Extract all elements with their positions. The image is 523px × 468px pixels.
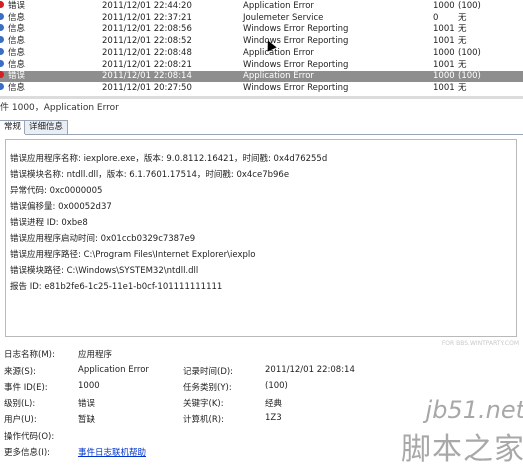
event-source: Joulemeter Service: [243, 12, 324, 23]
event-level: 信息: [8, 24, 26, 35]
tab-details[interactable]: 详细信息: [24, 120, 69, 134]
event-source: Windows Error Reporting: [243, 24, 349, 35]
event-id: 1001: [433, 24, 455, 35]
event-date: 2011/12/01 22:08:14: [102, 71, 192, 82]
event-date: 2011/12/01 22:08:52: [102, 36, 192, 47]
event-level: 信息: [8, 82, 26, 93]
event-source: Application Error: [243, 1, 314, 11]
event-date: 2011/12/01 22:08:48: [102, 47, 192, 58]
event-level: 信息: [8, 12, 26, 23]
event-row[interactable]: 错误 2011/12/01 22:44:20 Application Error 10…: [0, 1, 523, 12]
event-row[interactable]: 信息 2011/12/01 22:08:48 Application Error 10…: [0, 47, 523, 59]
event-list: 错误 2011/12/01 22:44:20 Application Error 10…: [0, 0, 523, 96]
info-icon: [0, 82, 4, 90]
error-icon: [0, 1, 4, 8]
info-icon: [0, 59, 4, 67]
event-task: 无: [458, 24, 467, 35]
event-source: Application Error: [243, 71, 314, 82]
detail-line: 错误应用程序路径: C:\Program Files\Internet Expl…: [10, 250, 256, 260]
event-id: 1000: [433, 1, 455, 11]
event-row[interactable]: 信息 2011/12/01 22:08:52 Windows Error Repor…: [0, 36, 523, 47]
event-id-value: 1000: [78, 381, 100, 391]
event-row[interactable]: 信息 2011/12/01 22:08:21 Windows Error Repor…: [0, 59, 523, 71]
event-task: 无: [458, 36, 467, 47]
tab-strip: 常规 详细信息: [0, 120, 523, 135]
opcode-label: 操作代码(O):: [4, 432, 55, 442]
event-id: 1000: [433, 71, 455, 82]
info-icon: [0, 36, 4, 44]
keywords-label: 关键字(K):: [183, 399, 224, 409]
detail-line: 错误偏移量: 0x00052d37: [10, 202, 112, 212]
log-name-label: 日志名称(M):: [4, 350, 55, 360]
event-source: Windows Error Reporting: [243, 82, 349, 93]
event-task: 无: [458, 59, 467, 70]
more-info-label: 更多信息(I):: [4, 448, 51, 458]
tab-general[interactable]: 常规: [0, 120, 27, 135]
event-id: 0: [433, 12, 439, 23]
event-level: 信息: [8, 47, 26, 58]
computer-label: 计算机(R):: [183, 415, 224, 425]
detail-line: 报告 ID: e81b2fe6-1c25-11e1-b0cf-101111111…: [10, 282, 223, 292]
event-date: 2011/12/01 22:44:20: [102, 1, 192, 11]
detail-line: 错误应用程序启动时间: 0x01ccb0329c7387e9: [10, 234, 196, 244]
pane-splitter[interactable]: [0, 96, 523, 99]
event-level: 错误: [8, 1, 26, 11]
event-date: 2011/12/01 20:27:50: [102, 82, 192, 93]
event-level: 错误: [8, 71, 26, 82]
event-title: 件 1000，Application Error: [0, 103, 119, 113]
source-value: Application Error: [78, 365, 149, 375]
info-icon: [0, 47, 4, 55]
event-task: (100): [458, 47, 481, 58]
event-row[interactable]: 信息 2011/12/01 20:27:50 Windows Error Repor…: [0, 82, 523, 94]
event-source: Windows Error Reporting: [243, 59, 349, 70]
event-description-box[interactable]: 错误应用程序名称: iexplore.exe，版本: 9.0.8112.1642…: [5, 139, 517, 337]
event-date: 2011/12/01 22:08:56: [102, 24, 192, 35]
event-task: (100): [458, 71, 481, 82]
event-id: 1001: [433, 59, 455, 70]
user-value: 暂缺: [78, 415, 96, 425]
detail-line: 错误进程 ID: 0xbe8: [10, 218, 88, 228]
event-row[interactable]: 信息 2011/12/01 22:37:21 Joulemeter Service 0…: [0, 12, 523, 24]
source-label: 来源(S):: [4, 367, 36, 377]
event-task: (100): [458, 1, 481, 11]
event-date: 2011/12/01 22:37:21: [102, 12, 192, 23]
event-date: 2011/12/01 22:08:21: [102, 59, 192, 70]
event-level: 信息: [8, 59, 26, 70]
event-id-label: 事件 ID(E):: [4, 383, 48, 393]
event-task: 无: [458, 82, 467, 93]
event-log-help-link[interactable]: 事件日志联机帮助: [78, 446, 146, 458]
event-level: 信息: [8, 36, 26, 47]
error-icon: [0, 71, 4, 79]
level-label: 级别(L):: [4, 399, 36, 409]
detail-line: 错误应用程序名称: iexplore.exe，版本: 9.0.8112.1642…: [10, 154, 328, 164]
detail-line: 异常代码: 0xc0000005: [10, 186, 103, 196]
event-source: Windows Error Reporting: [243, 36, 349, 47]
log-name-value: 应用程序: [78, 350, 113, 360]
logged-label: 记录时间(D):: [183, 367, 234, 377]
task-category-label: 任务类别(Y):: [183, 383, 232, 393]
event-source: Application Error: [243, 47, 314, 58]
logged-value: 2011/12/01 22:08:14: [265, 365, 355, 375]
event-id: 1001: [433, 82, 455, 93]
event-task: 无: [458, 12, 467, 23]
task-category-value: (100): [265, 381, 288, 391]
info-icon: [0, 12, 4, 20]
keywords-value: 经典: [265, 399, 283, 409]
info-icon: [0, 24, 4, 32]
event-row[interactable]: 信息 2011/12/01 22:08:56 Windows Error Repor…: [0, 24, 523, 35]
level-value: 错误: [78, 399, 96, 409]
user-label: 用户(U):: [4, 415, 37, 425]
event-id: 1000: [433, 47, 455, 58]
computer-value: 1Z3: [265, 413, 282, 423]
event-properties: 日志名称(M): 应用程序 来源(S): Application Error 记…: [0, 340, 523, 460]
detail-line: 错误模块名称: ntdll.dll，版本: 6.1.7601.17514，时间戳…: [10, 170, 290, 180]
detail-line: 错误模块路径: C:\Windows\SYSTEM32\ntdll.dll: [10, 266, 199, 276]
event-row[interactable]: 错误 2011/12/01 22:08:14 Application Error 10…: [0, 71, 523, 83]
event-id: 1001: [433, 36, 455, 47]
